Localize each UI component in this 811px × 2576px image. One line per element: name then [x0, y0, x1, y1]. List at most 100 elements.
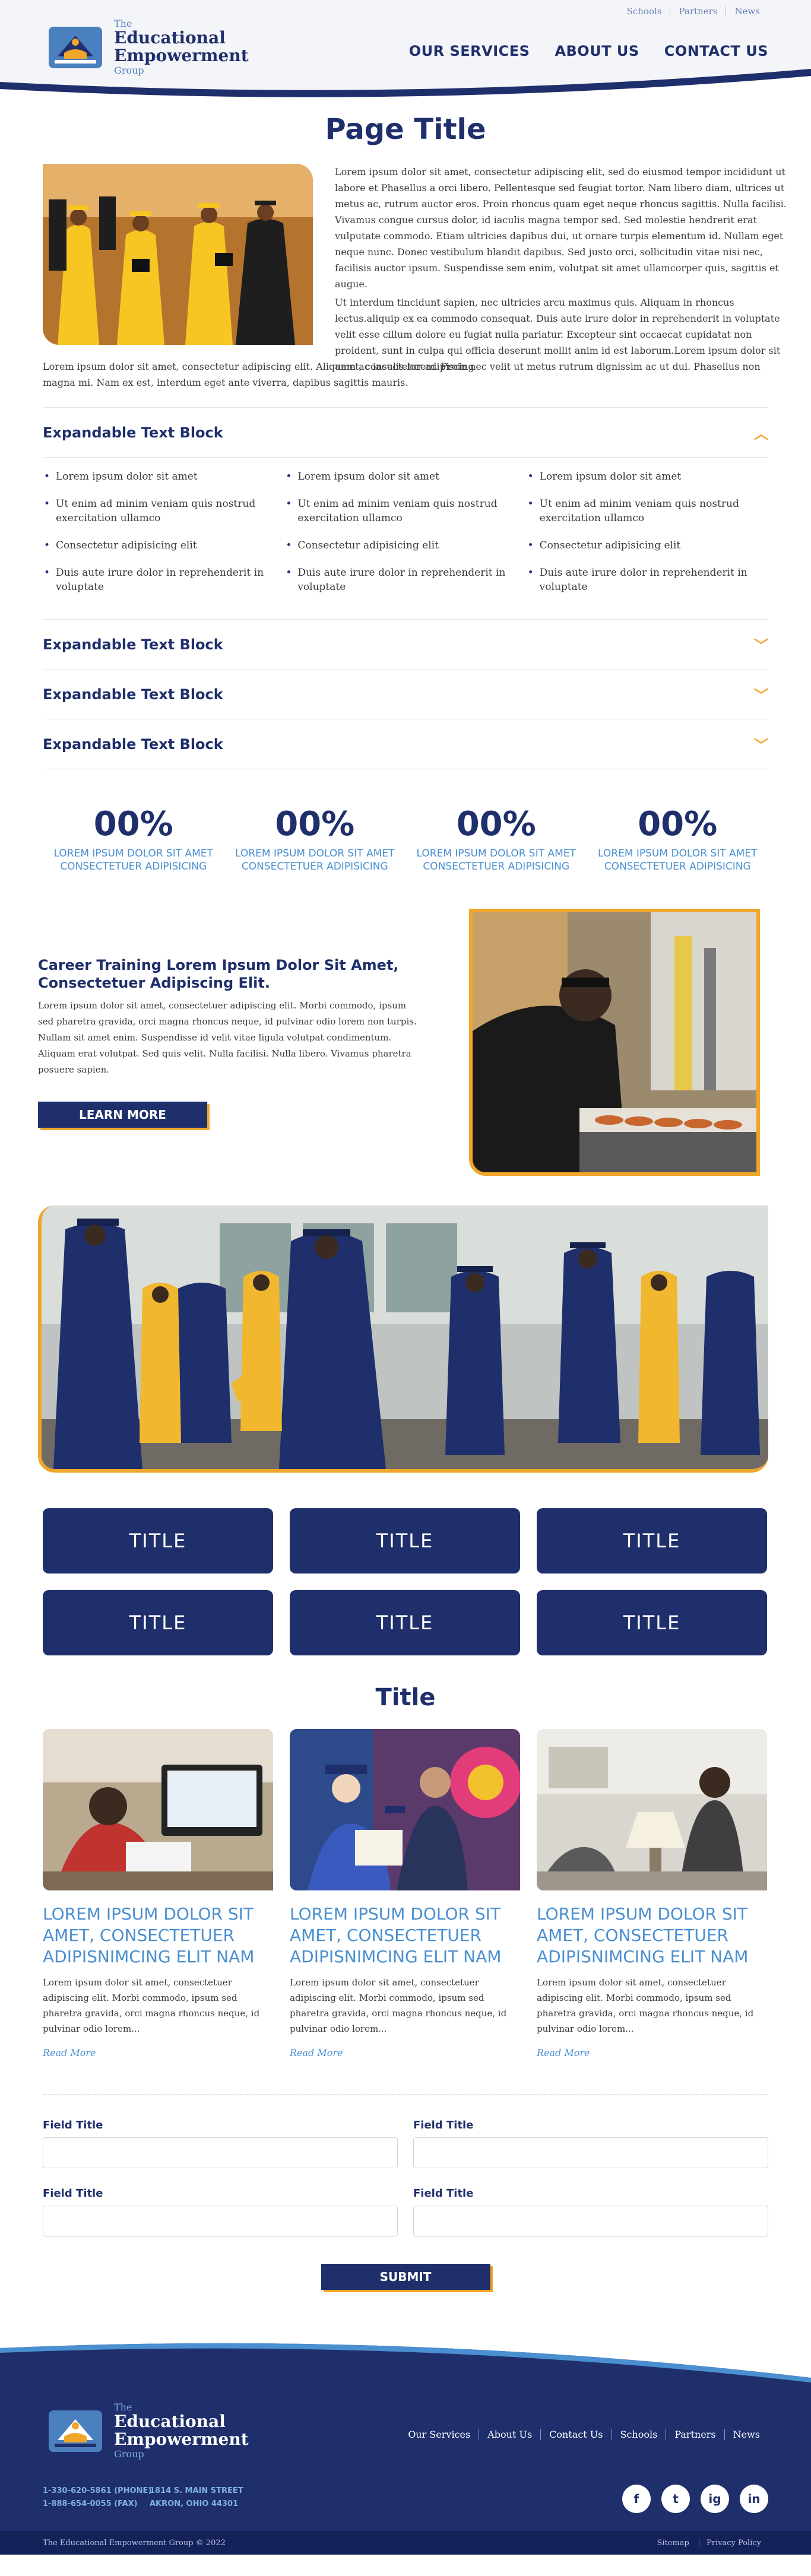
graduates-photo-art: [42, 1205, 768, 1469]
card-row: LOREM IPSUM DOLOR SIT AMET, CONSECTETUER…: [43, 1729, 768, 2058]
footer-logo-text: The Educational Empowerment Group: [114, 2401, 249, 2460]
logo-line-2a: Educational: [114, 2412, 226, 2431]
accordion-column-2: Lorem ipsum dolor sit amet Ut enim ad mi…: [284, 469, 526, 607]
footer-logo[interactable]: The Educational Empowerment Group: [43, 2401, 249, 2460]
card-image: [43, 1729, 273, 1890]
title-tile-6[interactable]: TITLE: [537, 1590, 767, 1655]
card-body: Lorem ipsum dolor sit amet, consectetuer…: [537, 1977, 754, 2034]
sitemap-link[interactable]: Sitemap: [650, 2539, 696, 2548]
instagram-icon[interactable]: ig: [701, 2485, 729, 2513]
submit-button[interactable]: SUBMIT: [321, 2264, 490, 2290]
card-title[interactable]: LOREM IPSUM DOLOR SIT AMET, CONSECTETUER…: [537, 1904, 767, 1968]
main-nav: OUR SERVICES ABOUT US CONTACT US: [409, 43, 768, 59]
logo-mark-icon: [49, 27, 102, 68]
card-image-art: [290, 1729, 520, 1890]
footer-link-partners[interactable]: Partners: [666, 2429, 724, 2440]
card-title[interactable]: LOREM IPSUM DOLOR SIT AMET, CONSECTETUER…: [43, 1904, 273, 1968]
stat-label: LOREM IPSUM DOLOR SIT AMET CONSECTETUER …: [416, 848, 576, 873]
career-photo: [469, 909, 760, 1176]
stat-item: 00% LOREM IPSUM DOLOR SIT AMET CONSECTET…: [587, 805, 769, 873]
career-photo-art: [473, 912, 756, 1172]
logo-line-3: Group: [114, 2448, 144, 2460]
accordion-header-1[interactable]: Expandable Text Block ︿: [43, 408, 768, 458]
logo-line-2b: Empowerment: [114, 2429, 249, 2449]
chevron-up-icon[interactable]: ︿: [754, 422, 768, 443]
stat-item: 00% LOREM IPSUM DOLOR SIT AMET CONSECTET…: [43, 805, 224, 873]
stat-item: 00% LOREM IPSUM DOLOR SIT AMET CONSECTET…: [224, 805, 406, 873]
accordion-header-2[interactable]: Expandable Text Block ﹀: [43, 620, 768, 670]
read-more-link[interactable]: Read More: [43, 2047, 273, 2058]
news-card: LOREM IPSUM DOLOR SIT AMET, CONSECTETUER…: [290, 1729, 520, 2058]
accordion-column-3: Lorem ipsum dolor sit amet Ut enim ad mi…: [527, 469, 768, 607]
nav-about-us[interactable]: ABOUT US: [555, 43, 639, 59]
footer-link-news[interactable]: News: [724, 2429, 768, 2440]
graduation-photo-art: [43, 164, 313, 345]
utility-link-partners[interactable]: Partners: [670, 6, 726, 17]
footer-link-about-us[interactable]: About Us: [479, 2429, 540, 2440]
footer-address: 1814 S. MAIN STREET AKRON, OHIO 44301: [150, 2485, 243, 2511]
career-training-section: Career Training Lorem Ipsum Dolor Sit Am…: [0, 909, 811, 1194]
card-image-art: [43, 1729, 273, 1890]
text-input[interactable]: [43, 2137, 398, 2168]
phone-number[interactable]: 1-330-620-5861 (PHONE): [43, 2485, 151, 2498]
title-tile-4[interactable]: TITLE: [43, 1590, 273, 1655]
title-section: Page Title: [0, 101, 811, 146]
field-label: Field Title: [43, 2187, 103, 2200]
stat-label: LOREM IPSUM DOLOR SIT AMET CONSECTETUER …: [53, 848, 213, 873]
privacy-policy-link[interactable]: Privacy Policy: [699, 2538, 768, 2548]
linkedin-icon[interactable]: in: [740, 2485, 768, 2513]
learn-more-button[interactable]: LEARN MORE: [38, 1102, 207, 1128]
card-image: [290, 1729, 520, 1890]
card-body: Lorem ipsum dolor sit amet, consectetuer…: [43, 1977, 260, 2034]
title-tile-1[interactable]: TITLE: [43, 1508, 273, 1573]
logo-text: The Educational Empowerment Group: [114, 18, 249, 76]
stat-value: 00%: [275, 805, 355, 843]
list-item: Consectetur adipisicing elit: [43, 538, 284, 553]
list-item: Lorem ipsum dolor sit amet: [527, 469, 768, 484]
intro-paragraph-3: Lorem ipsum dolor sit amet, consectetur …: [43, 361, 761, 388]
bottom-links: Sitemap Privacy Policy: [650, 2538, 768, 2548]
card-image: [537, 1729, 767, 1890]
site-footer: The Educational Empowerment Group Our Se…: [0, 2312, 811, 2531]
accordion-header-4[interactable]: Expandable Text Block ﹀: [43, 719, 768, 769]
facebook-icon[interactable]: f: [622, 2485, 651, 2513]
accordion-column-1: Lorem ipsum dolor sit amet Ut enim ad mi…: [43, 469, 284, 607]
site-logo[interactable]: The Educational Empowerment Group: [43, 18, 249, 76]
card-title[interactable]: LOREM IPSUM DOLOR SIT AMET, CONSECTETUER…: [290, 1904, 520, 1968]
footer-link-schools[interactable]: Schools: [611, 2429, 666, 2440]
text-input[interactable]: [43, 2206, 398, 2236]
text-input[interactable]: [413, 2137, 768, 2168]
utility-link-news[interactable]: News: [726, 6, 768, 17]
graduates-photo: [38, 1205, 768, 1473]
street-address: 1814 S. MAIN STREET: [150, 2486, 243, 2495]
list-item: Lorem ipsum dolor sit amet: [284, 469, 526, 484]
card-image-art: [537, 1729, 767, 1890]
twitter-icon[interactable]: t: [661, 2485, 690, 2513]
title-tile-5[interactable]: TITLE: [290, 1590, 520, 1655]
chevron-down-icon[interactable]: ﹀: [754, 734, 768, 754]
form-field: Field Title: [413, 2187, 768, 2236]
nav-contact-us[interactable]: CONTACT US: [664, 43, 768, 59]
cards-section-title: Title: [375, 1684, 436, 1711]
accordion-header-3[interactable]: Expandable Text Block ﹀: [43, 670, 768, 719]
accordion-title: Expandable Text Block: [43, 735, 223, 753]
utility-link-schools[interactable]: Schools: [619, 6, 670, 17]
field-label: Field Title: [43, 2119, 103, 2131]
career-body: Lorem ipsum dolor sit amet, consectetuer…: [38, 1000, 417, 1075]
chevron-down-icon[interactable]: ﹀: [754, 684, 768, 705]
nav-our-services[interactable]: OUR SERVICES: [409, 43, 530, 59]
text-input[interactable]: [413, 2206, 768, 2236]
title-tile-2[interactable]: TITLE: [290, 1508, 520, 1573]
chevron-down-icon[interactable]: ﹀: [754, 634, 768, 655]
read-more-link[interactable]: Read More: [290, 2047, 520, 2058]
footer-link-our-services[interactable]: Our Services: [400, 2429, 479, 2440]
footer-link-contact-us[interactable]: Contact Us: [540, 2429, 611, 2440]
graduation-photo: [43, 164, 313, 345]
list-item: Lorem ipsum dolor sit amet: [43, 469, 284, 484]
title-tile-3[interactable]: TITLE: [537, 1508, 767, 1573]
title-button-grid: TITLE TITLE TITLE TITLE TITLE TITLE: [43, 1508, 768, 1655]
read-more-link[interactable]: Read More: [537, 2047, 767, 2058]
footer-bottom-bar: The Educational Empowerment Group © 2022…: [0, 2531, 811, 2555]
contact-form: Field Title Field Title Field Title Fiel…: [43, 2119, 768, 2236]
page-title: Page Title: [325, 113, 486, 146]
